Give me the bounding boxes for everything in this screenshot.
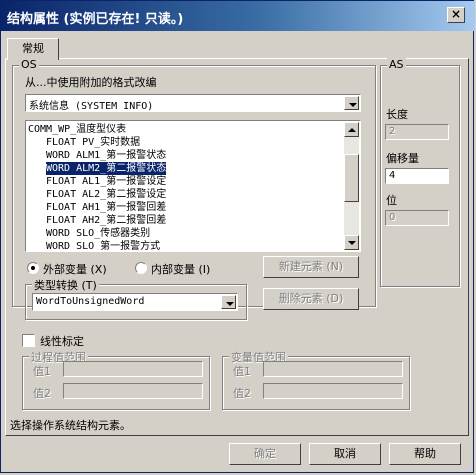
variable-value2-label: 值2 [233, 387, 251, 400]
variable-range-group: 变量值范围 值1 值2 [222, 349, 410, 410]
bit-label: 位 [386, 194, 397, 207]
arrow-down-icon [348, 241, 356, 245]
external-variable-label: 外部变量 (X) [43, 263, 107, 276]
list-item[interactable]: WORD ALM1_第一报警状态 [46, 149, 166, 162]
variable-value2-field[interactable] [263, 383, 403, 399]
new-element-button[interactable]: 新建元素 (N) [263, 256, 359, 278]
variable-value1-label: 值1 [233, 365, 251, 378]
process-range-group: 过程值范围 值1 值2 [22, 349, 210, 410]
list-item[interactable]: FLOAT AH1_第一报警回差 [46, 201, 166, 214]
radio-selected-dot [31, 266, 35, 270]
window-title: 结构属性 (实例已存在! 只读。) [7, 12, 184, 27]
tab-general-label: 常规 [22, 42, 44, 55]
help-button[interactable]: 帮助 [389, 443, 461, 465]
arrow-up-icon [348, 128, 356, 132]
tab-panel: OS 从...中使用附加的格式改编 系统信息 (SYSTEM INFO) COM… [5, 58, 469, 436]
internal-variable-label: 内部变量 (I) [151, 263, 211, 276]
list-item[interactable]: FLOAT AL2_第二报警设定 [46, 188, 166, 201]
type-convert-group: 类型转换 (T) WordToUnsignedWord [25, 277, 247, 320]
list-item[interactable]: WORD ALM2_第二报警状态 [44, 161, 168, 176]
scroll-up-button[interactable] [344, 122, 359, 137]
system-info-value: 系统信息 (SYSTEM INFO) [29, 101, 154, 112]
list-item[interactable]: FLOAT PV_实时数据 [46, 136, 140, 149]
status-text: 选择操作系统结构元素。 [10, 419, 131, 432]
delete-element-button[interactable]: 删除元素 (D) [263, 288, 359, 310]
cancel-button[interactable]: 取消 [309, 443, 381, 465]
list-item[interactable]: FLOAT AL1_第一报警设定 [46, 175, 166, 188]
as-group-label: AS [387, 58, 406, 71]
length-field[interactable]: 2 [385, 124, 449, 140]
linear-scaling-label: 线性标定 [40, 335, 84, 348]
close-button[interactable]: × [447, 7, 465, 23]
process-value2-label: 值2 [33, 387, 51, 400]
tab-general[interactable]: 常规 [7, 38, 59, 60]
internal-variable-radio[interactable] [135, 262, 147, 274]
variable-value1-field[interactable] [263, 361, 403, 377]
as-group: AS 长度 2 偏移量 4 位 0 [380, 58, 460, 287]
process-value1-label: 值1 [33, 365, 51, 378]
dialog-window: 结构属性 (实例已存在! 只读。) × 常规 OS 从...中使用附加的格式改编… [0, 0, 475, 473]
linear-scaling-checkbox[interactable] [22, 334, 35, 347]
chevron-down-icon [226, 302, 234, 306]
type-convert-dropdown-button[interactable] [221, 295, 236, 309]
list-item[interactable]: WORD SLO_传感器类别 [46, 227, 150, 240]
external-variable-radio[interactable] [27, 262, 39, 274]
type-convert-label: 类型转换 (T) [32, 277, 99, 293]
offset-field[interactable]: 4 [385, 168, 449, 184]
list-scrollbar[interactable] [344, 122, 359, 250]
length-value: 2 [389, 126, 396, 137]
os-group: OS 从...中使用附加的格式改编 系统信息 (SYSTEM INFO) COM… [12, 58, 376, 320]
list-item[interactable]: FLOAT AH2_第二报警回差 [46, 214, 166, 227]
scroll-down-button[interactable] [344, 235, 359, 250]
bit-field[interactable]: 0 [385, 210, 449, 226]
close-icon: × [450, 7, 462, 21]
list-item[interactable]: WORD SLO_第一报警方式 [46, 240, 160, 251]
offset-label: 偏移量 [386, 152, 419, 165]
list-item[interactable]: COMM_WP_温度型仪表 [28, 123, 126, 136]
offset-value: 4 [389, 170, 396, 181]
use-format-label: 从...中使用附加的格式改编 [25, 76, 157, 89]
type-convert-combo[interactable]: WordToUnsignedWord [32, 293, 238, 311]
process-value2-field[interactable] [63, 383, 203, 399]
ok-button[interactable]: 确定 [229, 443, 301, 465]
process-value1-field[interactable] [63, 361, 203, 377]
scroll-thumb[interactable] [344, 154, 359, 202]
structure-element-list[interactable]: COMM_WP_温度型仪表 FLOAT PV_实时数据 WORD ALM1_第一报警… [25, 120, 361, 252]
bit-value: 0 [389, 212, 396, 223]
length-label: 长度 [386, 108, 408, 121]
chevron-down-icon [349, 103, 357, 107]
title-bar[interactable]: 结构属性 (实例已存在! 只读。) × [1, 1, 475, 31]
system-info-combo[interactable]: 系统信息 (SYSTEM INFO) [25, 94, 361, 112]
system-info-dropdown-button[interactable] [344, 96, 359, 110]
type-convert-value: WordToUnsignedWord [36, 296, 145, 307]
